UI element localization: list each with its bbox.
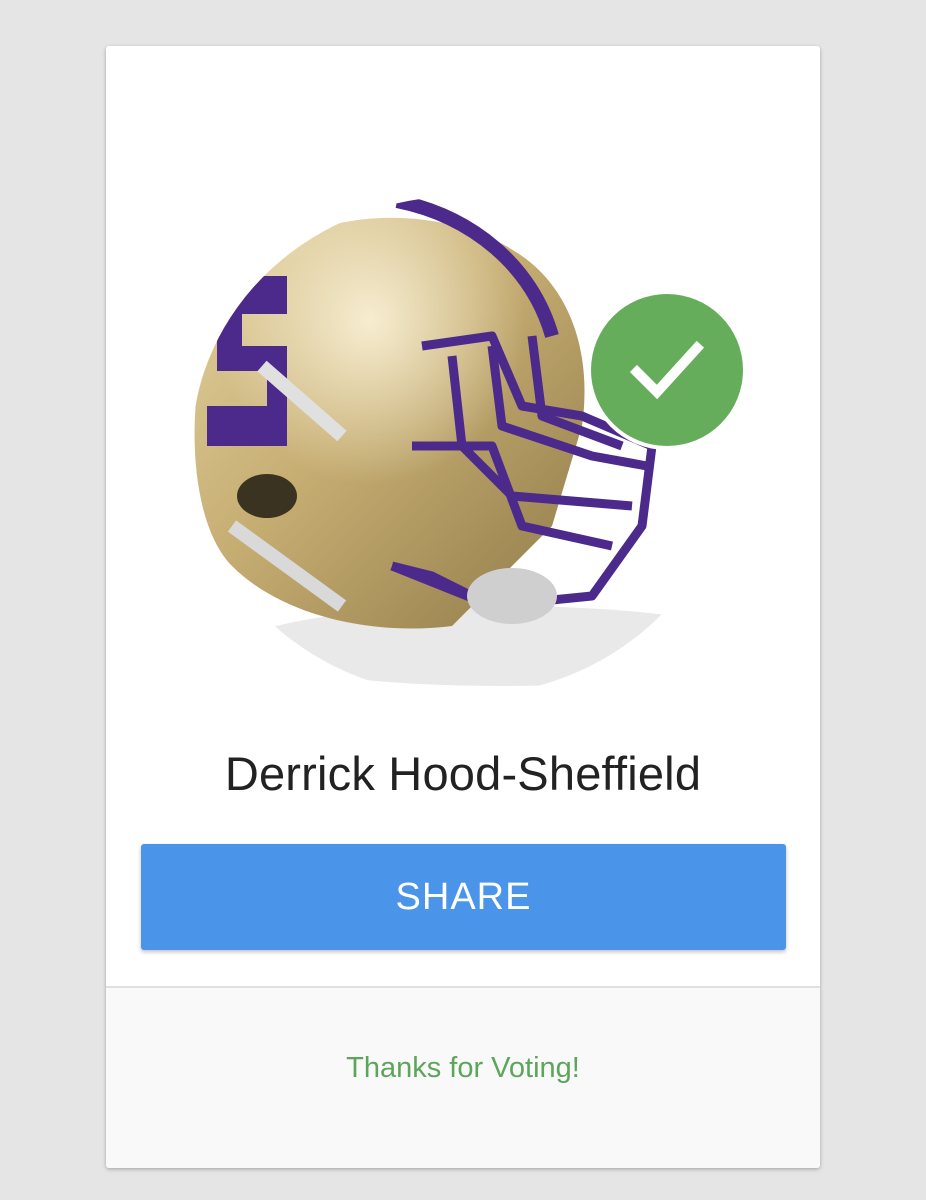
- card-footer: Thanks for Voting!: [106, 986, 820, 1168]
- player-avatar-area: [192, 196, 747, 696]
- checkmark-icon: [591, 294, 743, 446]
- voted-badge: [587, 290, 747, 450]
- vote-card: Derrick Hood-Sheffield SHARE Thanks for …: [106, 46, 820, 1168]
- share-button[interactable]: SHARE: [141, 844, 786, 950]
- vote-confirmation-text: Thanks for Voting!: [346, 1052, 580, 1084]
- player-name: Derrick Hood-Sheffield: [224, 747, 702, 800]
- card-body: Derrick Hood-Sheffield SHARE: [106, 46, 820, 986]
